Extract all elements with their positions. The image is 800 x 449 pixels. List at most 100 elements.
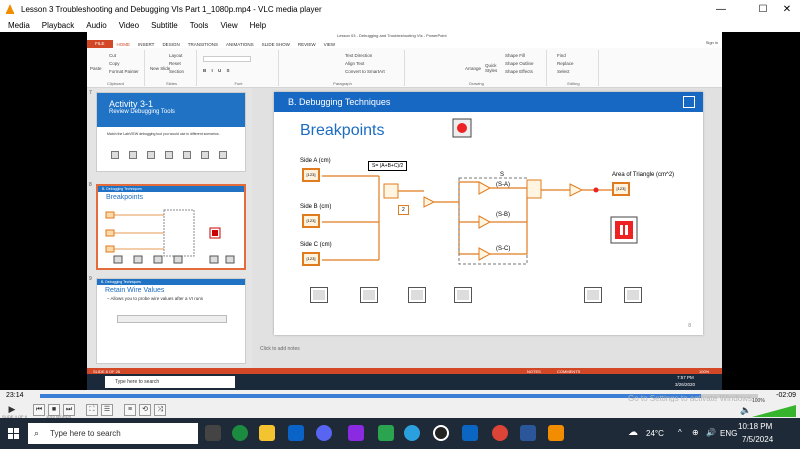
media-player-icon[interactable] (433, 425, 449, 441)
ppt-tab-view: VIEW (323, 41, 336, 47)
ppt-tab-design: DESIGN (162, 41, 180, 47)
window-title: Lesson 3 Troubleshooting and Debugging V… (21, 4, 322, 14)
network-icon[interactable]: ⊕ (692, 428, 699, 437)
ppt-ribbon-tabs: FILE HOME INSERT DESIGN TRANSITIONS ANIM… (87, 40, 722, 48)
menu-media[interactable]: Media (8, 21, 30, 30)
ppt-tab-transitions: TRANSITIONS (187, 41, 218, 47)
menu-bar: Media Playback Audio Video Subtitle Tool… (0, 18, 800, 32)
ribbon-cut: Cut (109, 53, 117, 58)
thumb-slide-8: B. Debugging Techniques Breakpoints (96, 184, 246, 270)
shuffle-icon[interactable]: ⤨ (154, 404, 166, 416)
ppt-title-bar: Lesson 03 - Debugging and Troubleshootin… (87, 32, 722, 45)
slide-thumbnails-pane: 7 Activity 3-1 Review Debugging Tools Ma… (87, 88, 252, 368)
ribbon-group-drawing: Arrange Quick Styles Shape Fill Shape Ou… (407, 50, 547, 86)
word-icon[interactable] (520, 425, 536, 441)
group-label-font: Font (234, 81, 243, 86)
ppt-ribbon: Paste Cut Copy Format Painter Clipboard … (87, 48, 722, 88)
ribbon-convert-smartart: Convert to SmartArt (345, 69, 385, 74)
windows-taskbar: Type here to search ⌕ ☁ 24°C ^ ⊕ 🔊 ENG 1… (0, 418, 800, 449)
menu-audio[interactable]: Audio (86, 21, 106, 30)
ribbon-select: Select (557, 69, 570, 74)
stop-button-icon (610, 216, 638, 244)
menu-video[interactable]: Video (119, 21, 139, 30)
thumb-number-8: 8 (89, 182, 92, 188)
ppt-tab-insert: INSERT (138, 41, 155, 47)
inner-time: 7:57 PM (677, 375, 694, 380)
volume-speaker-icon[interactable]: 🔈 (740, 405, 751, 416)
thumb-number-7: 7 (89, 90, 92, 96)
vlc-cone-icon (6, 4, 14, 14)
loop-icon[interactable]: ⟲ (139, 404, 151, 416)
ribbon-group-slides: New Slide Layout Reset Section Slides (147, 50, 197, 86)
group-label-paragraph: Paragraph (333, 81, 352, 86)
highlight-execution-icon (360, 287, 378, 303)
telegram-icon[interactable] (404, 425, 420, 441)
previous-icon[interactable]: ⏮ (33, 404, 45, 416)
thumb9-body: – Allows you to probe wire values after … (107, 296, 204, 301)
menu-help[interactable]: Help (250, 21, 266, 30)
ribbon-arrange: Arrange (465, 66, 482, 71)
menu-playback[interactable]: Playback (42, 21, 74, 30)
playlist-icon[interactable]: ≡ (124, 404, 136, 416)
ribbon-group-clipboard: Paste Cut Copy Format Painter Clipboard (87, 50, 145, 86)
retain-wire-values-icon (624, 287, 642, 303)
ribbon-group-paragraph: Text Direction Align Text Convert to Sma… (281, 50, 405, 86)
whatsapp-icon[interactable] (378, 425, 394, 441)
thumb-slide-7: Activity 3-1 Review Debugging Tools Matc… (96, 92, 246, 172)
thumb9-toolbar (117, 315, 227, 323)
video-area[interactable]: Lesson 03 - Debugging and Troubleshootin… (0, 32, 800, 390)
ribbon-section: Section (169, 69, 185, 74)
linkedin-icon[interactable] (462, 425, 478, 441)
minimize-button[interactable]: — (706, 0, 736, 18)
task-view-icon[interactable] (205, 425, 221, 441)
file-explorer-icon[interactable] (259, 425, 275, 441)
current-slide: B. Debugging Techniques Breakpoints Side… (274, 92, 703, 335)
thumb8-title: Breakpoints (106, 194, 143, 201)
menu-subtitle[interactable]: Subtitle (151, 21, 178, 30)
taskbar-search-box[interactable]: Type here to search (28, 423, 198, 444)
ribbon-new-slide: New Slide (150, 66, 171, 71)
slide-page-number: 8 (688, 323, 691, 329)
ribbon-shape-fill: Shape Fill (505, 53, 526, 58)
volume-slider[interactable] (752, 405, 796, 417)
volume-level: 100% (752, 398, 765, 404)
thumb9-title: Retain Wire Values (105, 287, 165, 294)
inner-date: 3/26/2020 (675, 382, 696, 387)
elapsed-time: 23:14 (6, 392, 24, 399)
ppt-title: Lesson 03 - Debugging and Troubleshootin… (337, 33, 447, 38)
ppt-signin: Sign in (705, 40, 718, 45)
font-name-box (203, 56, 251, 62)
title-bar: Lesson 3 Troubleshooting and Debugging V… (0, 0, 800, 18)
ribbon-group-editing: Find Replace Select Editing (549, 50, 599, 86)
chrome-icon[interactable] (492, 425, 508, 441)
tray-chevron-icon[interactable]: ^ (678, 428, 682, 437)
mail-icon[interactable] (288, 425, 304, 441)
group-label-clipboard: Clipboard (106, 81, 125, 86)
speaker-icon[interactable]: 🔊 (706, 428, 716, 437)
fullscreen-icon[interactable]: ⛶ (86, 404, 98, 416)
windows-start-icon[interactable] (8, 428, 19, 439)
powerpoint-window: Lesson 03 - Debugging and Troubleshootin… (87, 32, 722, 390)
app-purple-icon[interactable] (348, 425, 364, 441)
ribbon-shape-effects: Shape Effects (505, 69, 533, 74)
thumb7-subtitle: Review Debugging Tools (109, 109, 175, 115)
language-indicator[interactable]: ENG (720, 429, 737, 438)
weather-temp: 24°C (646, 429, 664, 438)
extended-settings-icon[interactable]: ☰ (101, 404, 113, 416)
ribbon-copy: Copy (109, 61, 120, 66)
font-format-buttons: B I U S (203, 68, 232, 73)
ppt-tab-animations: ANIMATIONS (225, 41, 254, 47)
inner-taskbar: Type here to search 7:57 PM 3/26/2020 (87, 374, 722, 390)
vlc-taskbar-icon[interactable] (548, 425, 564, 441)
menu-view[interactable]: View (220, 21, 237, 30)
group-label-slides: Slides (166, 81, 177, 86)
edge-icon[interactable] (232, 425, 248, 441)
search-icon: ⌕ (34, 428, 40, 438)
thumb7-tool-icons (111, 151, 227, 159)
close-button[interactable]: ✕ (772, 0, 800, 18)
ppt-tab-home: HOME (116, 41, 131, 47)
ribbon-group-font: B I U S Font (199, 50, 279, 86)
menu-tools[interactable]: Tools (190, 21, 209, 30)
remaining-time: -02:09 (776, 392, 796, 399)
discord-icon[interactable] (316, 425, 332, 441)
